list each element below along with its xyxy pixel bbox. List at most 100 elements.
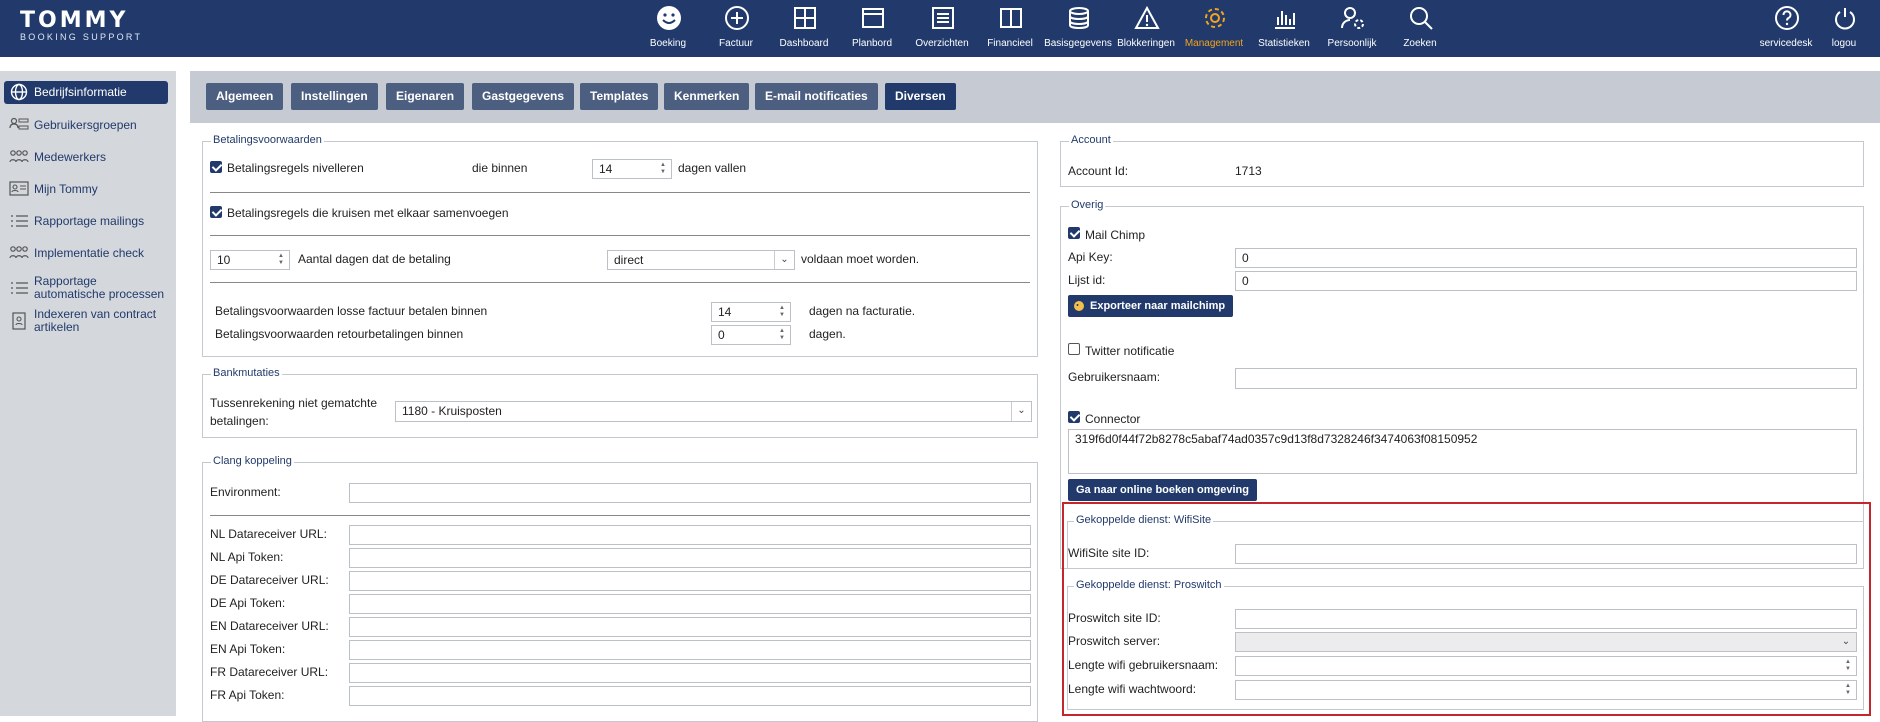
nav-logout[interactable]: logou [1808,0,1880,57]
list-icon [11,282,28,294]
tussenrekening-label: Tussenrekening niet gematchte [210,396,377,410]
sidebar-item-label: Rapportage mailings [34,214,145,228]
tab-algemeen[interactable]: Algemeen [206,83,284,110]
nl-datareceiver-input[interactable] [349,525,1031,545]
tussenrekening-select[interactable]: 1180 - Kruisposten ⌄ [395,401,1032,422]
user-gear-icon [1341,7,1364,29]
main-content: Algemeen Instellingen Eigenaren Gastgege… [190,71,1880,722]
sidebar-item-indexeren-contract-artikelen[interactable]: Indexeren van contract artikelen [4,306,168,336]
nav-label: Overzichten [915,38,969,49]
sidebar: Bedrijfsinformatie Gebruikersgroepen Med… [0,71,176,716]
team-icon [9,150,29,163]
nav-factuur[interactable]: Factuur [700,0,772,57]
tab-eigenaren[interactable]: Eigenaren [386,83,465,110]
nl-api-token-input[interactable] [349,548,1031,568]
api-key-input[interactable]: 0 [1235,248,1857,268]
chevron-down-icon: ⌄ [1011,402,1031,421]
spinner-arrows-icon[interactable]: ▲ ▼ [660,162,668,176]
de-datareceiver-input[interactable] [349,571,1031,591]
sidebar-item-label: Medewerkers [34,150,107,164]
sidebar-item-rapportage-automatische-processen[interactable]: Rapportage automatische processen [4,273,168,303]
nav-label: Basisgegevens [1044,38,1112,49]
tab-diversen[interactable]: Diversen [885,83,956,110]
en-api-token-input[interactable] [349,640,1031,660]
online-boeken-button[interactable]: Ga naar online boeken omgeving [1068,479,1257,501]
spinner-arrows-icon[interactable]: ▲ ▼ [278,253,286,267]
brand-name: TOMMY [20,8,129,33]
de-api-token-input[interactable] [349,594,1031,614]
environment-label: Environment: [210,485,281,499]
retour-input[interactable]: 0 ▲ ▼ [711,325,791,345]
aantal-dagen-input[interactable]: 10 ▲ ▼ [210,250,290,270]
nav-blokkeringen[interactable]: Blokkeringen [1110,0,1182,57]
nav-planbord[interactable]: Planbord [836,0,908,57]
nav-label: Statistieken [1258,38,1310,49]
nl-api-token-label: NL Api Token: [210,550,284,564]
binnen-days-input[interactable]: 14 ▲ ▼ [592,159,672,179]
sidebar-item-mijn-tommy[interactable]: Mijn Tommy [4,179,168,199]
gebruikersnaam-input[interactable] [1235,368,1857,389]
highlight-box [1062,502,1871,716]
help-icon [1775,6,1799,30]
tab-templates[interactable]: Templates [580,83,659,110]
nav-persoonlijk[interactable]: Persoonlijk [1316,0,1388,57]
user-groups-icon [9,117,29,130]
input-value: 0 [1242,251,1249,265]
nav-basisgegevens[interactable]: Basisgegevens [1042,0,1114,57]
losse-factuur-input[interactable]: 14 ▲ ▼ [711,302,791,322]
fr-api-token-input[interactable] [349,686,1031,706]
twitter-checkbox[interactable] [1068,343,1080,355]
betalingsvoorwaarden-panel: Betalingsvoorwaarden Betalingsregels niv… [202,134,1038,357]
chevron-down-icon: ⌄ [774,251,794,269]
sidebar-item-label: Gebruikersgroepen [34,118,137,132]
sidebar-item-implementatie-check[interactable]: Implementatie check [4,243,168,263]
nav-boeking[interactable]: Boeking [632,0,704,57]
voldaan-label: voldaan moet worden. [801,252,920,266]
tab-bar: Algemeen Instellingen Eigenaren Gastgege… [190,71,1880,123]
retour-label: Betalingsvoorwaarden retourbetalingen bi… [215,327,464,341]
nav-dashboard[interactable]: Dashboard [768,0,840,57]
nav-label: Dashboard [779,38,829,49]
environment-input[interactable] [349,483,1031,503]
input-value: 0 [1242,274,1249,288]
tab-email-notificaties[interactable]: E-mail notificaties [755,83,878,110]
mailchimp-checkbox[interactable] [1068,227,1080,239]
lijst-id-input[interactable]: 0 [1235,271,1857,291]
spinner-arrows-icon[interactable]: ▲ ▼ [779,328,787,342]
button-label: Exporteer naar mailchimp [1090,300,1226,312]
nav-financieel[interactable]: Financieel [974,0,1046,57]
nav-zoeken[interactable]: Zoeken [1384,0,1456,57]
divider [210,235,1030,236]
connector-checkbox[interactable] [1068,411,1080,423]
fr-datareceiver-label: FR Datareceiver URL: [210,665,329,679]
tab-kenmerken[interactable]: Kenmerken [664,83,750,110]
nav-management[interactable]: Management [1178,0,1250,57]
export-mailchimp-button[interactable]: Exporteer naar mailchimp [1068,295,1234,317]
nav-statistieken[interactable]: Statistieken [1248,0,1320,57]
nav-overzichten[interactable]: Overzichten [906,0,978,57]
en-api-token-label: EN Api Token: [210,642,286,656]
spinner-arrows-icon[interactable]: ▲ ▼ [779,305,787,319]
team-icon [9,246,29,259]
tussenrekening-label-2: betalingen: [210,414,269,428]
tab-gastgegevens[interactable]: Gastgegevens [472,83,575,110]
account-id-label: Account Id: [1068,164,1129,178]
connector-token-field[interactable]: 319f6d0f44f72b8278c5abaf74ad0357c9d13f8d… [1068,429,1857,474]
tab-instellingen[interactable]: Instellingen [291,83,378,110]
api-key-label: Api Key: [1068,250,1113,264]
voldaan-select[interactable]: direct ⌄ [607,250,795,270]
tommy-logo[interactable]: TOMMY BOOKING SUPPORT [20,10,142,43]
divider [210,192,1030,193]
sidebar-item-medewerkers[interactable]: Medewerkers [4,147,168,167]
en-datareceiver-input[interactable] [349,617,1031,637]
sidebar-item-label: Indexeren van contract artikelen [34,307,157,334]
mailchimp-label: Mail Chimp [1085,228,1146,242]
sidebar-item-bedrijfsinformatie[interactable]: Bedrijfsinformatie [4,81,168,104]
fr-datareceiver-input[interactable] [349,663,1031,683]
nivelleren-checkbox[interactable] [210,161,222,173]
sidebar-item-gebruikersgroepen[interactable]: Gebruikersgroepen [4,115,168,135]
samenvoegen-checkbox[interactable] [210,206,222,218]
bankmutaties-panel: Bankmutaties Tussenrekening niet gematch… [202,367,1038,438]
warning-icon [1134,5,1160,29]
sidebar-item-rapportage-mailings[interactable]: Rapportage mailings [4,211,168,231]
